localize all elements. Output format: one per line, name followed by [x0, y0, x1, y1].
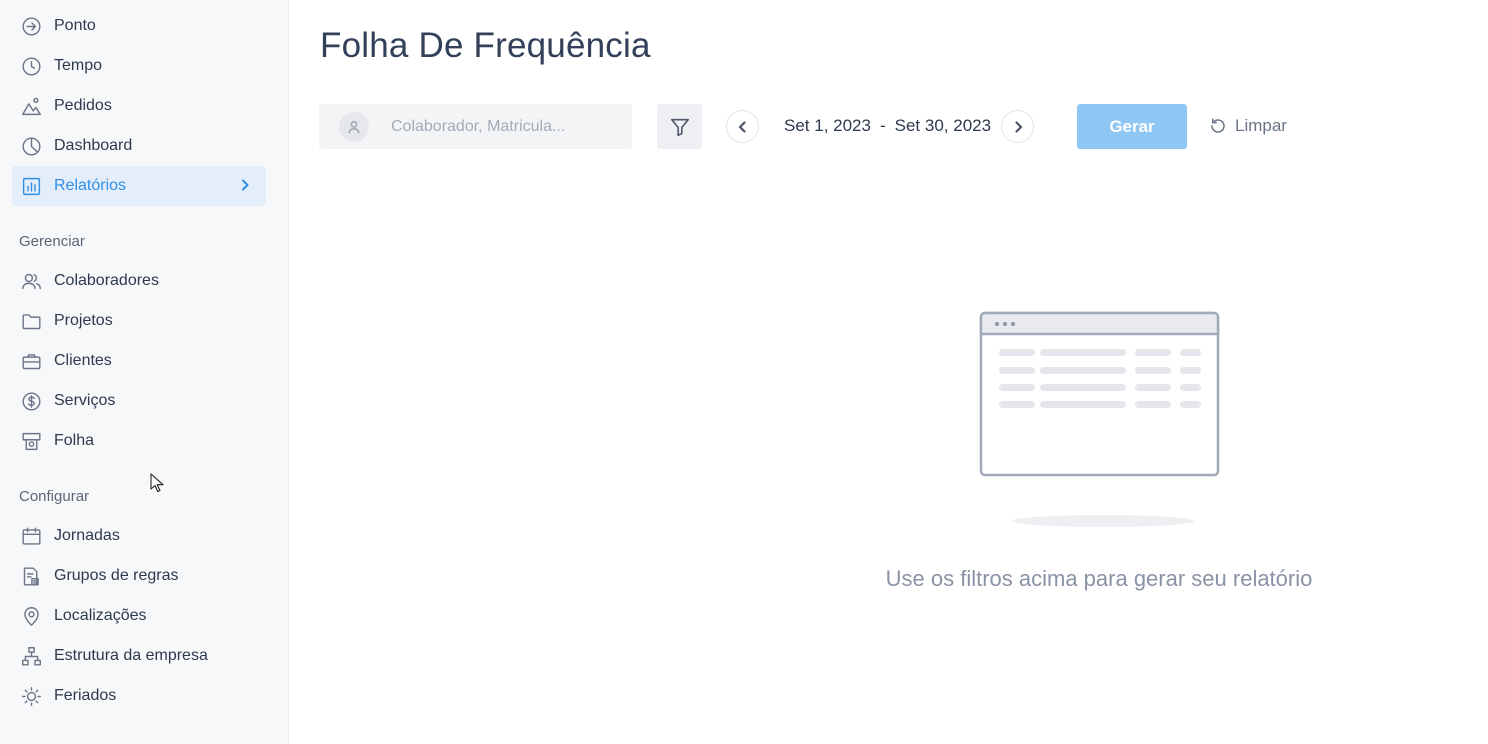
sidebar-item-projetos[interactable]: Projetos	[12, 301, 266, 341]
sidebar-item-label: Feriados	[54, 687, 117, 704]
sidebar-item-relatorios[interactable]: Relatórios	[12, 166, 266, 206]
sidebar-item-label: Grupos de regras	[54, 567, 179, 584]
payroll-icon	[20, 430, 42, 452]
page-title: Folha De Frequência	[320, 26, 651, 65]
sidebar-item-folha[interactable]: Folha	[12, 421, 266, 461]
sidebar-item-grupos-de-regras[interactable]: Grupos de regras	[12, 556, 266, 596]
empty-report-illustration	[979, 311, 1220, 527]
sidebar-item-label: Clientes	[54, 352, 112, 369]
date-range[interactable]: Set 1, 2023 - Set 30, 2023	[784, 116, 991, 136]
employee-search[interactable]	[319, 104, 632, 149]
section-title-gerenciar: Gerenciar	[19, 233, 85, 250]
filter-button[interactable]	[657, 104, 702, 149]
sidebar-item-jornadas[interactable]: Jornadas	[12, 516, 266, 556]
sidebar-item-label: Estrutura da empresa	[54, 647, 208, 664]
sidebar-item-dashboard[interactable]: Dashboard	[12, 126, 266, 166]
bar-chart-icon	[20, 175, 42, 197]
sun-icon	[20, 685, 42, 707]
generate-button[interactable]: Gerar	[1077, 104, 1187, 149]
date-separator: -	[879, 116, 886, 135]
section-title-configurar: Configurar	[19, 488, 90, 505]
rules-document-icon	[20, 565, 42, 587]
folder-icon	[20, 310, 42, 332]
mountain-icon	[20, 95, 42, 117]
briefcase-icon	[20, 350, 42, 372]
clear-button-label: Limpar	[1235, 116, 1287, 135]
sidebar-item-label: Serviços	[54, 392, 116, 409]
users-icon	[20, 270, 42, 292]
sidebar-item-localizacoes[interactable]: Localizações	[12, 596, 266, 636]
sidebar-item-estrutura-da-empresa[interactable]: Estrutura da empresa	[12, 636, 266, 676]
previous-period-button[interactable]	[726, 110, 759, 143]
reset-icon	[1211, 118, 1225, 133]
sidebar-item-label: Pedidos	[54, 97, 112, 114]
empty-state-message: Use os filtros acima para gerar seu rela…	[885, 566, 1313, 591]
sidebar-item-pedidos[interactable]: Pedidos	[12, 86, 266, 126]
sidebar-item-label: Dashboard	[54, 137, 133, 154]
chevron-left-icon	[736, 120, 750, 134]
clear-button[interactable]: Limpar	[1209, 114, 1287, 138]
chevron-right-icon	[238, 178, 252, 192]
chevron-right-icon	[1011, 120, 1025, 134]
search-input[interactable]	[391, 117, 611, 136]
calendar-icon	[20, 525, 42, 547]
sidebar-item-label: Folha	[54, 432, 95, 449]
pie-chart-icon	[20, 135, 42, 157]
sidebar-item-label: Tempo	[54, 57, 103, 74]
sidebar-item-colaboradores[interactable]: Colaboradores	[12, 261, 266, 301]
filter-icon	[669, 116, 691, 138]
sidebar-item-ponto[interactable]: Ponto	[12, 6, 266, 46]
date-end: Set 30, 2023	[894, 116, 992, 135]
sidebar-item-clientes[interactable]: Clientes	[12, 341, 266, 381]
sidebar-item-label: Colaboradores	[54, 272, 159, 289]
sidebar-item-label: Jornadas	[54, 527, 120, 544]
arrow-right-circle-icon	[20, 15, 42, 37]
dollar-circle-icon	[20, 390, 42, 412]
sidebar-item-tempo[interactable]: Tempo	[12, 46, 266, 86]
user-icon	[339, 111, 369, 142]
clock-icon	[20, 55, 42, 77]
sidebar-item-label: Localizações	[54, 607, 147, 624]
sidebar-item-label: Relatórios	[54, 177, 127, 194]
sidebar-item-label: Ponto	[54, 17, 96, 34]
sidebar-item-feriados[interactable]: Feriados	[12, 676, 266, 716]
date-start: Set 1, 2023	[784, 116, 871, 135]
next-period-button[interactable]	[1001, 110, 1034, 143]
sidebar: Ponto Tempo Pedidos Dashboard Relatórios…	[0, 0, 289, 744]
sidebar-item-servicos[interactable]: Serviços	[12, 381, 266, 421]
sidebar-item-label: Projetos	[54, 312, 113, 329]
mouse-cursor-icon	[150, 473, 164, 493]
org-chart-icon	[20, 645, 42, 667]
map-pin-icon	[20, 605, 42, 627]
